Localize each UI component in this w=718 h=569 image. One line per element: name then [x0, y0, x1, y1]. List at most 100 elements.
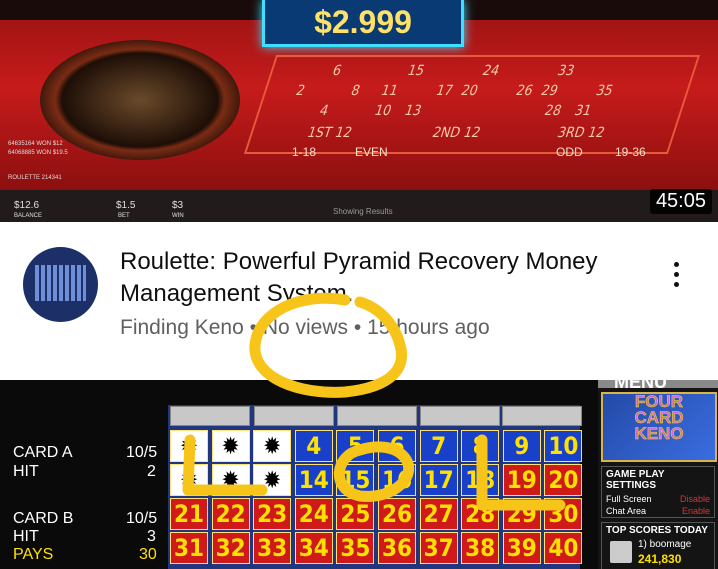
grid-number: 6: [330, 63, 344, 79]
history-line: 64635164 WON $12: [8, 141, 63, 147]
card-stats: CARD A 10/5 HIT 2 CARD B 10/5 HIT 3 PAYS…: [0, 380, 165, 569]
keno-number-cell: 32: [211, 532, 250, 564]
card-b-hit-label: HIT: [13, 528, 39, 545]
separator: •: [353, 316, 362, 339]
history-line: ROULETTE 214341: [8, 175, 62, 181]
keno-number-cell: 17: [419, 464, 458, 496]
bet-label: 3RD 12: [555, 125, 607, 141]
card-slot: [254, 406, 334, 426]
betting-grid: 6 15 24 33 2 8 11 17 20 26 29 35 4 10 13…: [243, 55, 701, 154]
grid-number: 35: [593, 83, 616, 99]
card-slot: [170, 406, 250, 426]
setting-label: Full Screen: [606, 494, 652, 504]
card-a-hit-label: HIT: [13, 463, 39, 480]
keno-number-cell: [170, 464, 208, 496]
channel-avatar[interactable]: [23, 247, 98, 322]
top-score-value: 241,830: [638, 552, 682, 566]
card-a-ratio: 10/5: [126, 444, 158, 461]
keno-number-cell: 37: [419, 532, 458, 564]
keno-number-cell: 5: [336, 430, 375, 462]
pays-label: PAYS: [13, 546, 54, 563]
more-options-icon[interactable]: [665, 258, 687, 292]
card-b-ratio: 10/5: [126, 510, 158, 527]
logo-line: KENO: [634, 424, 684, 443]
setting-value[interactable]: Enable: [682, 506, 710, 516]
grid-number: 29: [538, 83, 561, 99]
keno-number-cell: 21: [170, 498, 208, 530]
game-side-panel: MENU FOUR CARD KENO GAME PLAY SETTINGS F…: [598, 380, 718, 569]
keno-number-cell: 38: [461, 532, 500, 564]
four-card-keno-logo: FOUR CARD KENO: [601, 392, 717, 462]
setting-value[interactable]: Disable: [680, 494, 710, 504]
grid-number: 2: [293, 83, 308, 99]
keno-number-cell: 33: [253, 532, 292, 564]
grid-number: 8: [348, 83, 363, 99]
keno-number-cell: 7: [419, 430, 458, 462]
bet-label: 2ND 12: [430, 125, 483, 141]
win-value: $3: [172, 200, 184, 211]
grid-number: 4: [317, 103, 331, 119]
grid-number: 20: [458, 83, 481, 99]
setting-row[interactable]: Full Screen Disable: [602, 493, 714, 505]
keno-number-cell: [170, 430, 208, 462]
card-b-label: CARD B: [13, 510, 74, 527]
keno-number-cell: 40: [544, 532, 583, 564]
grid-number: 26: [513, 83, 536, 99]
keno-number-cell: 18: [461, 464, 500, 496]
grid-number: 28: [542, 103, 564, 119]
settings-title: GAME PLAY SETTINGS: [606, 469, 665, 491]
keno-number-cell: 31: [170, 532, 208, 564]
grid-number: 33: [555, 63, 577, 79]
roulette-wheel: [40, 40, 240, 160]
keno-number-cell: 16: [378, 464, 416, 496]
keno-number-cell: 30: [544, 498, 583, 530]
game-hud: $12.6 BALANCE $1.5 BET $3 WIN Showing Re…: [0, 190, 718, 222]
keno-number-cell: 27: [419, 498, 458, 530]
avatar-image: [35, 265, 86, 301]
grid-number: 24: [480, 63, 502, 79]
jackpot-display: $2.999: [262, 0, 464, 47]
grid-number: 15: [405, 63, 427, 79]
video-thumbnail-roulette[interactable]: 6 15 24 33 2 8 11 17 20 26 29 35 4 10 13…: [0, 0, 718, 222]
grid-number: 17: [433, 83, 456, 99]
keno-number-cell: [211, 464, 250, 496]
keno-number-cell: [211, 430, 250, 462]
win-label: WIN: [172, 213, 184, 219]
grid-number: 10: [372, 103, 394, 119]
keno-number-cell: 9: [502, 430, 541, 462]
keno-number-cell: 8: [461, 430, 500, 462]
keno-number-cell: 24: [294, 498, 333, 530]
balance-label: BALANCE: [14, 213, 43, 219]
separator: •: [249, 316, 257, 339]
grid-number: 11: [378, 83, 401, 99]
keno-number-cell: 15: [336, 464, 375, 496]
bet-label: ODD: [556, 145, 583, 159]
game-settings-box: GAME PLAY SETTINGS Full Screen Disable Ch…: [601, 466, 715, 518]
bet-label: BET: [118, 213, 130, 219]
keno-number-cell: 20: [544, 464, 583, 496]
bet-label: 19-36: [615, 145, 646, 159]
setting-label: Chat Area: [606, 506, 647, 516]
player-avatar: [610, 541, 632, 563]
video-thumbnail-keno[interactable]: CARD A 10/5 HIT 2 CARD B 10/5 HIT 3 PAYS…: [0, 380, 718, 569]
channel-name[interactable]: Finding Keno: [120, 316, 244, 339]
keno-number-cell: 14: [294, 464, 333, 496]
keno-number-cell: 35: [336, 532, 375, 564]
card-slot: [337, 406, 417, 426]
grid-number: 31: [572, 103, 594, 119]
card-slot: [420, 406, 500, 426]
keno-number-cell: 28: [461, 498, 500, 530]
bet-label: EVEN: [355, 145, 388, 159]
keno-number-cell: 29: [502, 498, 541, 530]
card-a-hit: 2: [147, 463, 156, 480]
top-scores-box: TOP SCORES TODAY 1) boomage 241,830: [601, 522, 715, 569]
video-subline: Finding Keno • No views • 15 hours ago: [120, 316, 490, 340]
setting-row[interactable]: Chat Area Enable: [602, 505, 714, 517]
keno-number-cell: [253, 464, 292, 496]
upload-age: 15 hours ago: [367, 316, 490, 339]
keno-number-cell: 19: [502, 464, 541, 496]
top-score-name: 1) boomage: [638, 539, 692, 550]
video-title[interactable]: Roulette: Powerful Pyramid Recovery Mone…: [120, 246, 620, 310]
card-a-label: CARD A: [13, 444, 73, 461]
keno-number-cell: 34: [294, 532, 333, 564]
